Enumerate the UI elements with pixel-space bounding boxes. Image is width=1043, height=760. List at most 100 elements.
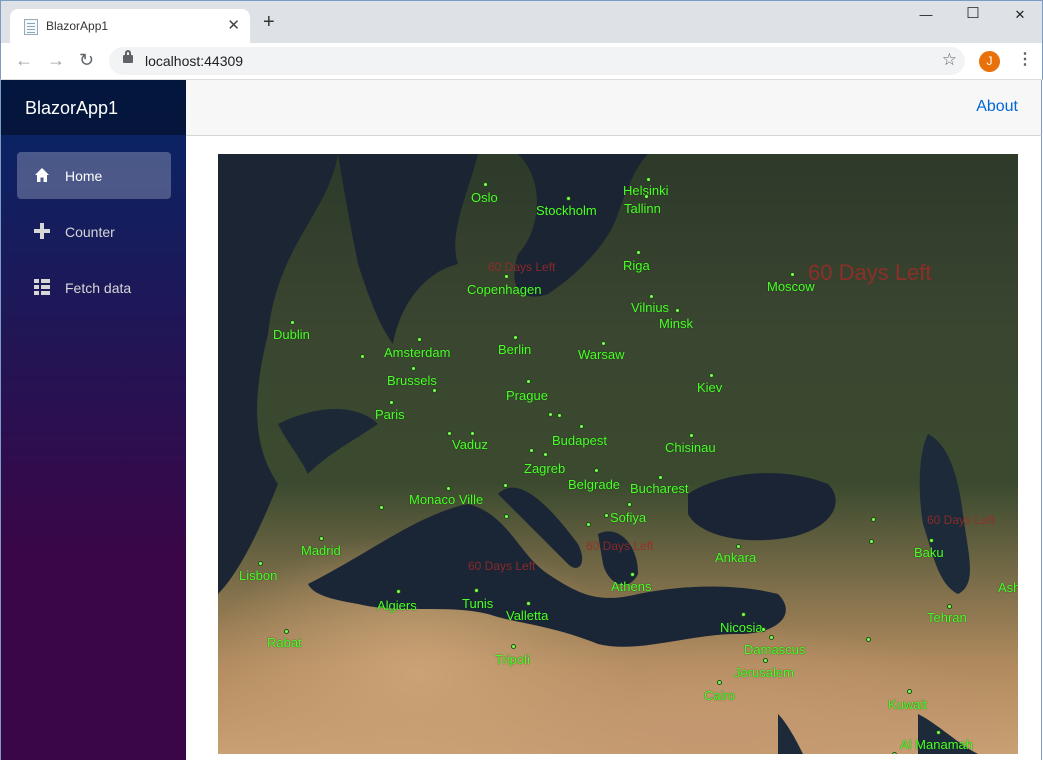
city-dot [396, 589, 401, 594]
city-label: Tehran [927, 610, 967, 625]
city-label: Paris [375, 407, 405, 422]
address-bar[interactable]: localhost:44309 ☆ [109, 47, 965, 75]
plus-icon [34, 223, 50, 239]
city-dot [649, 294, 654, 299]
city-dot [504, 514, 509, 519]
city-dot [389, 400, 394, 405]
brand-title[interactable]: BlazorApp1 [25, 98, 118, 119]
bookmark-star-icon[interactable]: ☆ [942, 50, 957, 70]
city-label: Warsaw [578, 347, 625, 362]
europe-map[interactable]: Oslo Stockholm Helsinki Tallinn Riga Cop… [218, 154, 1018, 754]
city-dot [717, 680, 722, 685]
nav-item-fetch-data[interactable]: Fetch data [17, 264, 171, 311]
close-tab-icon[interactable]: ✕ [227, 16, 240, 34]
browser-toolbar: ← → ↻ localhost:44309 ☆ J ⋮ [0, 43, 1043, 80]
city-dot [557, 413, 562, 418]
city-dot [646, 177, 651, 182]
city-dot [675, 308, 680, 313]
city-dot [907, 689, 912, 694]
url-text[interactable]: localhost:44309 [145, 53, 243, 69]
countdown-label: 60 Days Left [468, 559, 536, 573]
city-label: Monaco Ville [409, 492, 484, 507]
city-dot [761, 627, 766, 632]
city-dot [503, 483, 508, 488]
city-dot [543, 452, 548, 457]
city-label: Algiers [377, 598, 417, 613]
city-label: Nicosia [720, 620, 763, 635]
reload-icon[interactable]: ↻ [79, 50, 94, 71]
city-label: Minsk [659, 316, 693, 331]
city-label: Zagreb [524, 461, 566, 476]
city-dot [594, 468, 599, 473]
city-dot [529, 448, 534, 453]
city-dot [936, 730, 941, 735]
nav-label: Fetch data [65, 280, 132, 296]
browser-tab[interactable]: BlazorApp1 ✕ [10, 9, 250, 44]
city-label: Vilnius [631, 300, 670, 315]
city-label: Ankara [715, 550, 757, 565]
city-dot [892, 752, 897, 754]
city-dot [871, 517, 876, 522]
top-row: About [186, 80, 1042, 136]
about-link[interactable]: About [976, 98, 1018, 116]
city-label: Copenhagen [467, 282, 542, 297]
lock-icon [123, 50, 133, 63]
window-close-button[interactable]: ✕ [1000, 7, 1040, 23]
city-label: Budapest [552, 433, 607, 448]
city-dot [513, 335, 518, 340]
home-icon [35, 168, 49, 182]
city-dot [658, 475, 663, 480]
city-dot [769, 635, 774, 640]
profile-avatar[interactable]: J [979, 51, 1000, 72]
city-label: Chisinau [665, 440, 716, 455]
city-dot [790, 272, 795, 277]
city-dot [630, 572, 635, 577]
city-dot [504, 274, 509, 279]
city-dot [586, 522, 591, 527]
forward-arrow-icon[interactable]: → [47, 50, 65, 71]
city-label: Ash [998, 580, 1018, 595]
minimize-button[interactable]: — [906, 7, 946, 22]
city-dot [548, 412, 553, 417]
city-label: Oslo [471, 190, 498, 205]
city-dot [447, 431, 452, 436]
city-label: Tripoli [495, 652, 530, 667]
nav-item-home[interactable]: Home [17, 152, 171, 199]
new-tab-button[interactable]: + [263, 12, 275, 32]
city-label: Tunis [462, 596, 494, 611]
brand-bar: BlazorApp1 [1, 80, 186, 135]
city-dot [947, 604, 952, 609]
city-dot [360, 354, 365, 359]
city-label: Athens [611, 579, 652, 594]
city-dot [483, 182, 488, 187]
map-water-layer [218, 154, 978, 754]
city-label: Berlin [498, 342, 532, 357]
city-dot [709, 373, 714, 378]
city-label: Dublin [273, 327, 310, 342]
city-label: Bucharest [630, 481, 689, 496]
maximize-button[interactable]: ☐ [953, 4, 993, 22]
city-label: Sofiya [610, 510, 647, 525]
city-label: Brussels [387, 373, 437, 388]
back-arrow-icon[interactable]: ← [15, 50, 33, 71]
city-dot [446, 486, 451, 491]
city-dot [290, 320, 295, 325]
city-label: Vaduz [452, 437, 488, 452]
menu-kebab-icon[interactable]: ⋮ [1017, 49, 1033, 69]
countdown-label: 60 Days Left [808, 260, 932, 285]
city-dot [470, 431, 475, 436]
city-dot [736, 544, 741, 549]
city-dot [511, 644, 516, 649]
city-dot [579, 424, 584, 429]
city-dot [601, 341, 606, 346]
city-label: Lisbon [239, 568, 278, 583]
nav-item-counter[interactable]: Counter [17, 208, 171, 255]
nav-label: Home [65, 168, 103, 184]
list-icon [34, 279, 50, 295]
city-label: Damascus [744, 642, 806, 657]
city-dot [644, 194, 649, 199]
city-label: Kiev [697, 380, 723, 395]
city-dot [566, 196, 571, 201]
city-dot [929, 538, 934, 543]
city-dot [258, 561, 263, 566]
